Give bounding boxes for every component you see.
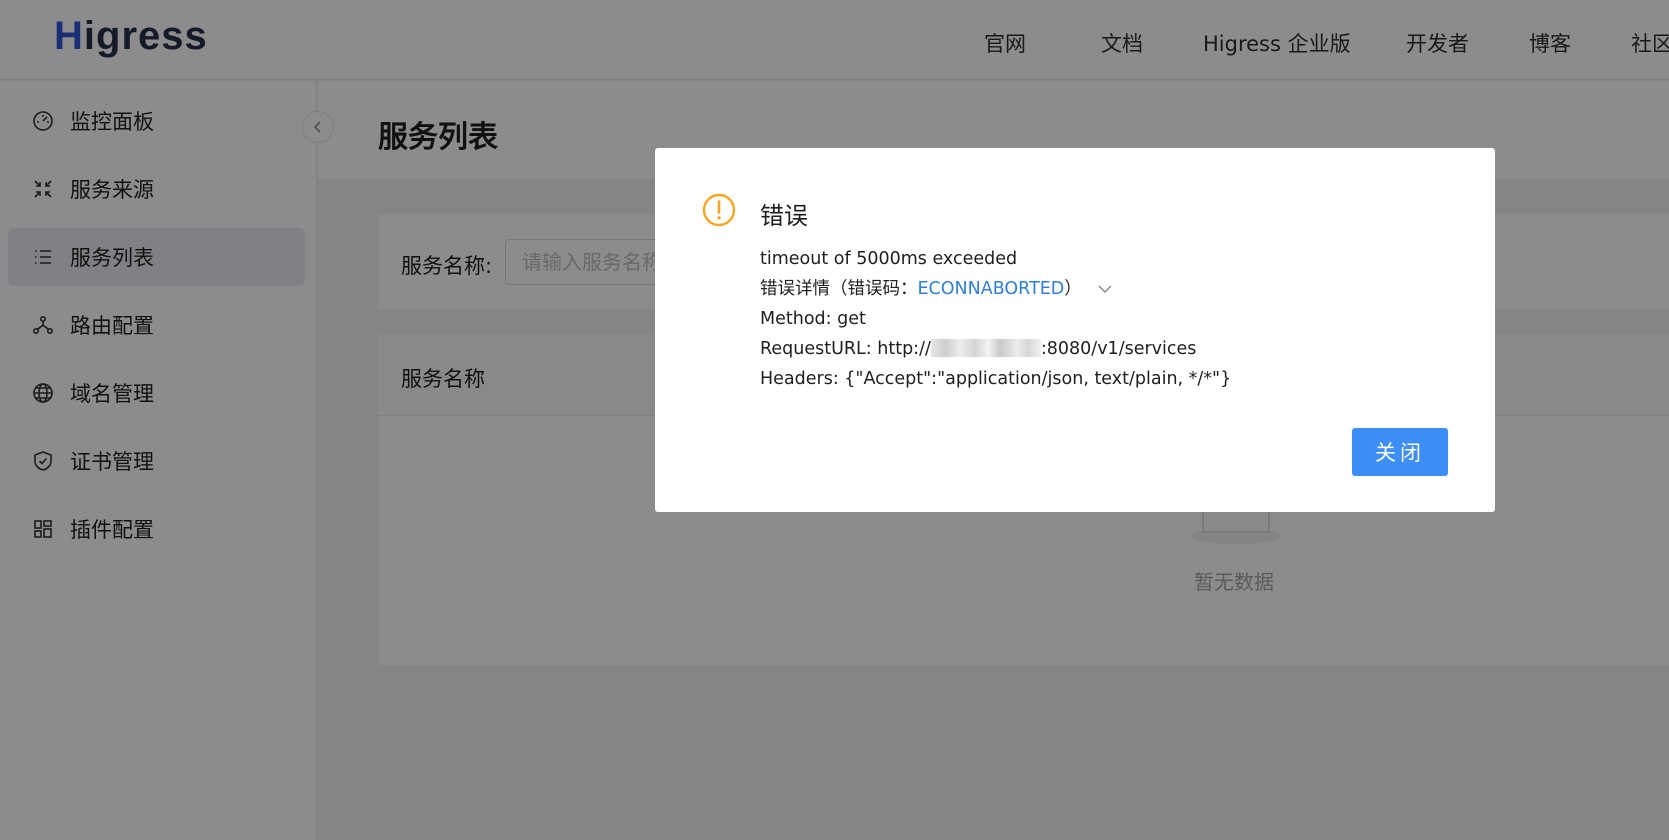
- chevron-down-icon[interactable]: [1097, 284, 1113, 294]
- request-method: Method: get: [760, 309, 866, 329]
- error-details-toggle[interactable]: 错误详情（错误码：ECONNABORTED）: [760, 274, 1460, 304]
- error-message: timeout of 5000ms exceeded: [760, 249, 1018, 269]
- error-code: ECONNABORTED: [917, 279, 1065, 299]
- modal-title: 错误: [760, 202, 808, 230]
- close-button[interactable]: 关闭: [1352, 428, 1448, 476]
- request-headers: Headers: {"Accept":"application/json, te…: [760, 369, 1232, 389]
- request-url: RequestURL: http://:8080/v1/services: [760, 339, 1197, 359]
- redacted-host: [930, 339, 1041, 357]
- error-modal: 错误 timeout of 5000ms exceeded 错误详情（错误码：E…: [655, 148, 1495, 512]
- modal-body: timeout of 5000ms exceeded 错误详情（错误码：ECON…: [760, 244, 1460, 394]
- warning-icon: [702, 193, 736, 227]
